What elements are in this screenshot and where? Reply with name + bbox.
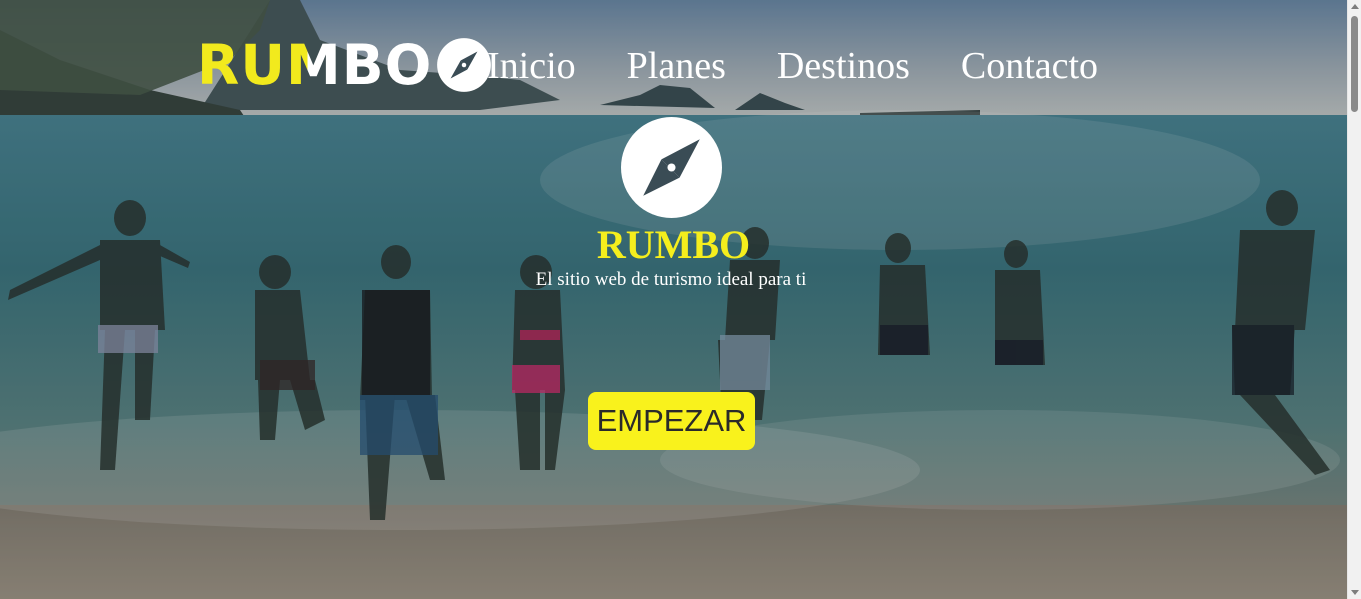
compass-icon [437,38,492,92]
scroll-down-arrow-icon[interactable] [1351,590,1359,595]
scroll-up-arrow-icon[interactable] [1351,4,1359,9]
page-scrollbar[interactable] [1347,0,1361,599]
scrollbar-thumb[interactable] [1351,16,1358,112]
hero-title: RUMBO [596,222,751,267]
nav-item-planes[interactable]: Planes [627,44,726,88]
main-nav: Inicio Planes Destinos Contacto [487,44,1098,88]
hero-section: RUMBO Inicio Planes Destinos Contacto RU… [0,0,1347,599]
nav-item-contacto[interactable]: Contacto [961,44,1098,88]
nav-item-inicio[interactable]: Inicio [487,44,576,88]
start-button[interactable]: EMPEZAR [588,392,755,450]
nav-item-destinos[interactable]: Destinos [777,44,910,88]
logo-text: RUMBO [197,33,433,97]
hero-tagline: El sitio web de turismo ideal para ti [535,269,807,290]
site-logo[interactable]: RUMBO [197,36,492,94]
compass-icon [621,117,722,218]
